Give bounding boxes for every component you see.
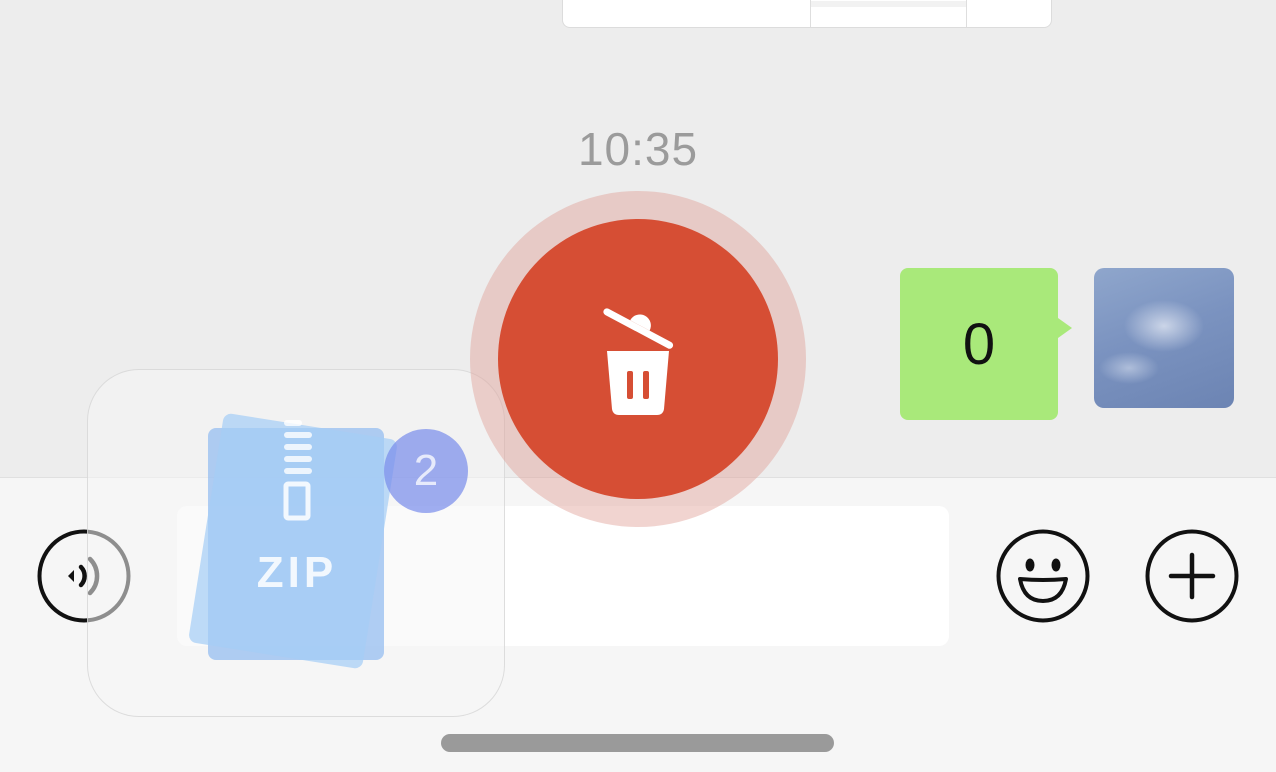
zip-file-icon xyxy=(283,420,312,521)
delete-button[interactable] xyxy=(498,219,778,499)
plus-icon xyxy=(1145,529,1239,623)
emoji-button[interactable] xyxy=(996,529,1090,623)
previous-message-card[interactable] xyxy=(562,0,1052,28)
message-text: 0 xyxy=(962,311,996,377)
emoji-icon xyxy=(996,529,1090,623)
zip-label: ZIP xyxy=(256,548,338,597)
card-cell xyxy=(811,1,966,7)
drag-count-badge: 2 xyxy=(384,429,468,513)
more-button[interactable] xyxy=(1145,529,1239,623)
outgoing-message-bubble[interactable]: 0 xyxy=(900,268,1072,420)
chat-screen: 10:35 0 ZIP 2 xyxy=(0,0,1276,772)
trash-icon xyxy=(603,308,674,415)
home-indicator[interactable] xyxy=(441,734,834,752)
message-timestamp: 10:35 xyxy=(577,123,699,175)
card-divider xyxy=(966,0,967,27)
user-avatar[interactable] xyxy=(1094,268,1234,408)
